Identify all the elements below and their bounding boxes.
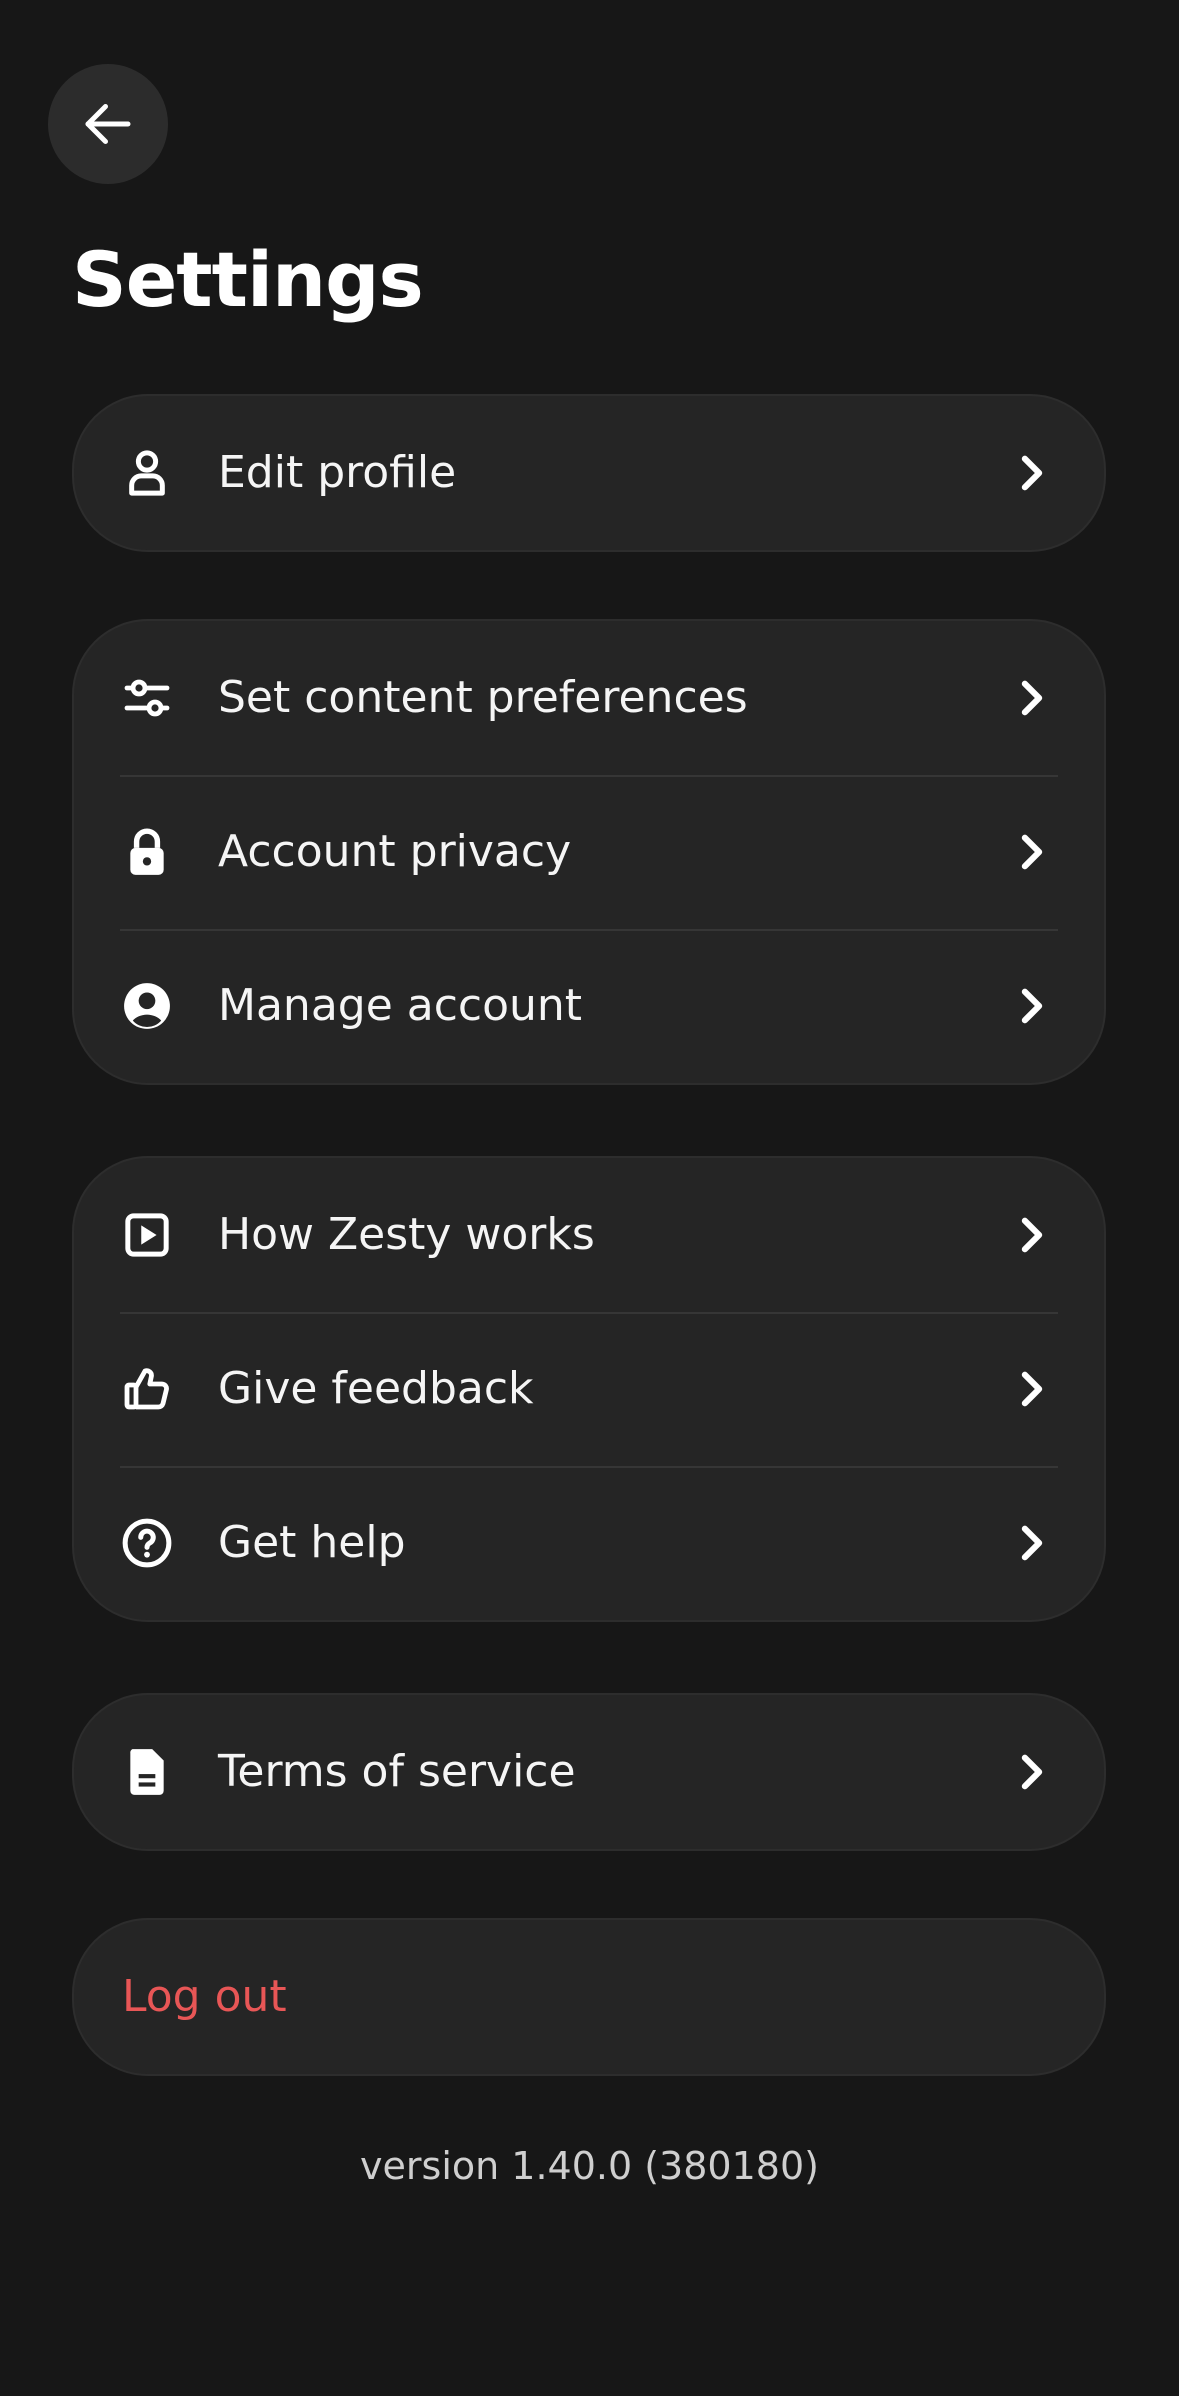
- arrow-left-icon: [78, 94, 138, 154]
- back-button[interactable]: [48, 64, 168, 184]
- settings-item-label: Account privacy: [218, 826, 572, 877]
- document-icon: [120, 1745, 174, 1799]
- settings-item-label: Edit profile: [218, 447, 457, 498]
- chevron-right-icon: [1012, 1369, 1052, 1409]
- chevron-right-icon: [1012, 1752, 1052, 1792]
- chevron-right-icon: [1012, 832, 1052, 872]
- settings-group-profile: Edit profile: [72, 394, 1106, 552]
- settings-group-legal: Terms of service: [72, 1693, 1106, 1851]
- chevron-right-icon: [1012, 678, 1052, 718]
- settings-item-how-zesty-works[interactable]: How Zesty works: [74, 1158, 1104, 1312]
- settings-item-label: How Zesty works: [218, 1209, 595, 1260]
- chevron-right-icon: [1012, 1523, 1052, 1563]
- play-square-icon: [120, 1208, 174, 1262]
- user-circle-icon: [120, 979, 174, 1033]
- settings-item-label: Get help: [218, 1517, 406, 1568]
- question-circle-icon: [120, 1516, 174, 1570]
- settings-item-give-feedback[interactable]: Give feedback: [74, 1312, 1104, 1466]
- settings-item-label: Set content preferences: [218, 672, 748, 723]
- chevron-right-icon: [1012, 1215, 1052, 1255]
- version-label: version 1.40.0 (380180): [360, 2144, 819, 2188]
- settings-item-label: Give feedback: [218, 1363, 534, 1414]
- settings-item-edit-profile[interactable]: Edit profile: [74, 396, 1104, 550]
- settings-item-terms-of-service[interactable]: Terms of service: [74, 1695, 1104, 1849]
- settings-item-get-help[interactable]: Get help: [74, 1466, 1104, 1620]
- settings-item-manage-account[interactable]: Manage account: [74, 929, 1104, 1083]
- settings-item-account-privacy[interactable]: Account privacy: [74, 775, 1104, 929]
- thumbs-up-icon: [120, 1362, 174, 1416]
- logout-row[interactable]: Log out: [74, 1920, 1104, 2074]
- lock-icon: [120, 825, 174, 879]
- settings-item-content-preferences[interactable]: Set content preferences: [74, 621, 1104, 775]
- chevron-right-icon: [1012, 986, 1052, 1026]
- settings-item-label: Manage account: [218, 980, 583, 1031]
- logout-label: Log out: [122, 1971, 287, 2022]
- settings-group-support: How Zesty works Give feedback Get help: [72, 1156, 1106, 1622]
- settings-group-account: Set content preferences Account privacy …: [72, 619, 1106, 1085]
- settings-item-label: Terms of service: [218, 1746, 576, 1797]
- page-title: Settings: [72, 235, 424, 324]
- logout-button[interactable]: Log out: [72, 1918, 1106, 2076]
- person-icon: [120, 446, 174, 500]
- chevron-right-icon: [1012, 453, 1052, 493]
- sliders-icon: [120, 671, 174, 725]
